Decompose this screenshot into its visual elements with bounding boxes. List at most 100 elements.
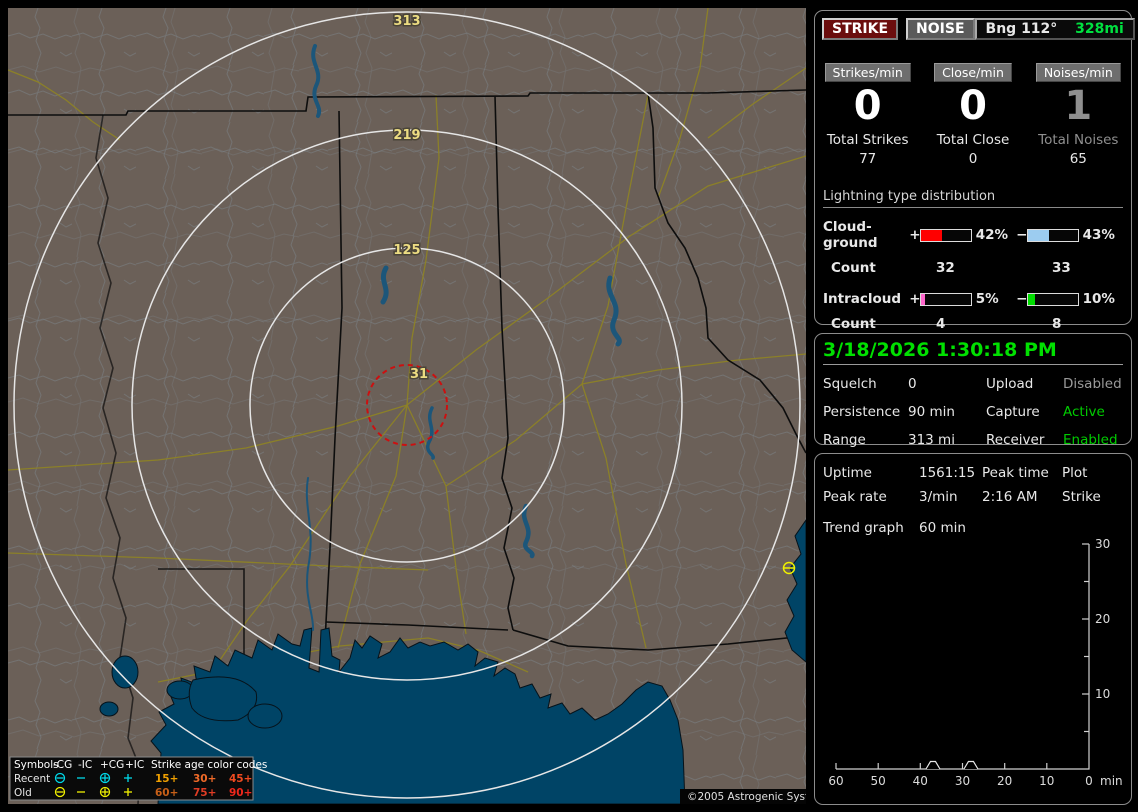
total-close-label: Total Close: [936, 132, 1010, 148]
age-90: 90+: [229, 787, 252, 799]
ic-negative-bar: [1027, 292, 1079, 306]
range-label: Range: [823, 432, 866, 448]
uptime-row: Uptime 1561:15 Peak time Plot: [815, 464, 1131, 482]
x-tick-60: 60: [828, 774, 843, 788]
legend-neg-ic-header: -IC: [78, 759, 92, 771]
total-noises-value: 65: [1069, 151, 1087, 167]
count-label: Count: [831, 260, 876, 276]
plus-sign: +: [909, 227, 921, 243]
x-tick-10: 10: [1039, 774, 1054, 788]
ic-negative-count: 8: [1052, 316, 1062, 332]
plot-mode-value: Strike: [1062, 489, 1101, 505]
legend-pos-cg-header: +CG: [100, 759, 124, 771]
status-row: Squelch 0 Upload Disabled: [815, 375, 1131, 393]
y-tick-10: 10: [1095, 687, 1110, 701]
strikes-column: Strikes/min 0 Total Strikes 77: [815, 62, 920, 167]
ring-label-31: 31: [410, 367, 428, 382]
squelch-label: Squelch: [823, 376, 877, 392]
trend-tick-labels: 60 50 40 30 20 10 0 min 10 20 30: [828, 537, 1122, 788]
noises-per-min-value: 1: [1064, 83, 1093, 129]
total-close-value: 0: [968, 151, 978, 167]
trend-axes: [835, 543, 1090, 770]
receiver-status: Enabled: [1063, 432, 1118, 448]
intracloud-row: Intracloud + 5% − 10%: [823, 291, 1123, 307]
plus-sign: +: [909, 291, 921, 307]
strike-button[interactable]: STRIKE: [822, 18, 899, 40]
peak-time-label: Peak time: [982, 465, 1049, 481]
lake-pontchartrain: [188, 676, 258, 722]
peak-rate-value: 3/min: [919, 489, 958, 505]
cg-positive-count: 32: [936, 260, 955, 276]
status-row: Persistence 90 min Capture Active: [815, 403, 1131, 421]
capture-label: Capture: [986, 404, 1040, 420]
legend-age-title: Strike age color codes: [151, 759, 267, 771]
x-tick-50: 50: [871, 774, 886, 788]
cg-negative-bar: [1027, 228, 1079, 242]
peak-rate-row: Peak rate 3/min 2:16 AM Strike: [815, 488, 1131, 506]
cloud-ground-count-row: Count 32 33: [831, 260, 1123, 276]
datetime: 3/18/2026 1:30:18 PM: [823, 339, 1123, 365]
x-tick-30: 30: [955, 774, 970, 788]
receiver-status-box: 3/18/2026 1:30:18 PM Squelch 0 Upload Di…: [814, 333, 1132, 448]
count-label: Count: [831, 316, 876, 332]
minus-sign: −: [1016, 227, 1028, 243]
close-column: Close/min 0 Total Close 0: [920, 62, 1025, 167]
ic-positive-pct: 5%: [975, 291, 999, 307]
age-45: 45+: [229, 773, 252, 785]
strikes-per-min-value: 0: [853, 83, 882, 129]
legend-symbols-header: Symbols: [14, 759, 59, 771]
x-tick-20: 20: [997, 774, 1012, 788]
squelch-value: 0: [908, 376, 917, 392]
ring-label-313: 313: [393, 14, 420, 29]
trend-box: Uptime 1561:15 Peak time Plot Peak rate …: [814, 453, 1132, 805]
ic-positive-bar: [920, 292, 972, 306]
map-area[interactable]: 313 219 125 31 Symbols -CG -IC +CG +IC S…: [7, 7, 831, 805]
trend-series: [925, 760, 979, 770]
receiver-label: Receiver: [986, 432, 1045, 448]
cloud-ground-label: Cloud-ground: [823, 219, 878, 251]
ic-negative-pct: 10%: [1082, 291, 1115, 307]
status-panel: STRIKE NOISE Bng 112° 328mi Strikes/min …: [806, 0, 1138, 812]
peak-rate-label: Peak rate: [823, 489, 887, 505]
bearing-distance: 328mi: [1075, 21, 1124, 37]
peak-time-value: 2:16 AM: [982, 489, 1038, 505]
noises-column: Noises/min 1 Total Noises 65: [1026, 62, 1131, 167]
strike-pulse-1: [925, 760, 941, 770]
bearing-readout: Bng 112° 328mi: [974, 18, 1135, 40]
trend-graph: 60 50 40 30 20 10 0 min 10 20 30: [828, 537, 1122, 788]
close-per-min-value: 0: [959, 83, 987, 129]
noises-per-min-chip[interactable]: Noises/min: [1035, 63, 1121, 82]
strike-pulse-2: [963, 760, 979, 770]
ic-positive-count: 4: [936, 316, 946, 332]
ring-label-219: 219: [393, 128, 420, 143]
age-30: 30+: [193, 773, 216, 785]
range-value: 313 mi: [908, 432, 955, 448]
uptime-label: Uptime: [823, 465, 872, 481]
minus-sign: −: [1016, 291, 1028, 307]
close-per-min-chip[interactable]: Close/min: [934, 63, 1012, 82]
y-tick-30: 30: [1095, 537, 1110, 551]
plot-label: Plot: [1062, 465, 1088, 481]
upload-status: Disabled: [1063, 376, 1122, 392]
strike-summary-box: STRIKE NOISE Bng 112° 328mi Strikes/min …: [814, 10, 1135, 332]
cg-negative-pct: 43%: [1082, 227, 1115, 243]
age-15: 15+: [155, 773, 178, 785]
cg-positive-pct: 42%: [975, 227, 1009, 243]
legend-row-recent-label: Recent: [14, 773, 50, 785]
noise-button[interactable]: NOISE: [906, 18, 975, 40]
upload-label: Upload: [986, 376, 1034, 392]
x-tick-40: 40: [913, 774, 928, 788]
intracloud-count-row: Count 4 8: [831, 316, 1123, 332]
bearing-label: Bng 112°: [985, 21, 1058, 37]
x-tick-0: 0: [1085, 774, 1093, 788]
lightning-map[interactable]: 313 219 125 31 Symbols -CG -IC +CG +IC S…: [7, 7, 831, 805]
lightning-distribution: Lightning type distribution Cloud-ground…: [823, 189, 1123, 332]
copyright-bar: ©2005 Astrogenic Systems: [680, 789, 831, 804]
intracloud-label: Intracloud: [823, 291, 902, 307]
legend-neg-cg-header: -CG: [53, 759, 72, 771]
total-noises-label: Total Noises: [1038, 132, 1119, 148]
x-axis-unit: min: [1100, 774, 1123, 788]
status-row: Range 313 mi Receiver Enabled: [815, 431, 1131, 449]
strikes-per-min-chip[interactable]: Strikes/min: [824, 63, 911, 82]
total-strikes-label: Total Strikes: [826, 132, 909, 148]
